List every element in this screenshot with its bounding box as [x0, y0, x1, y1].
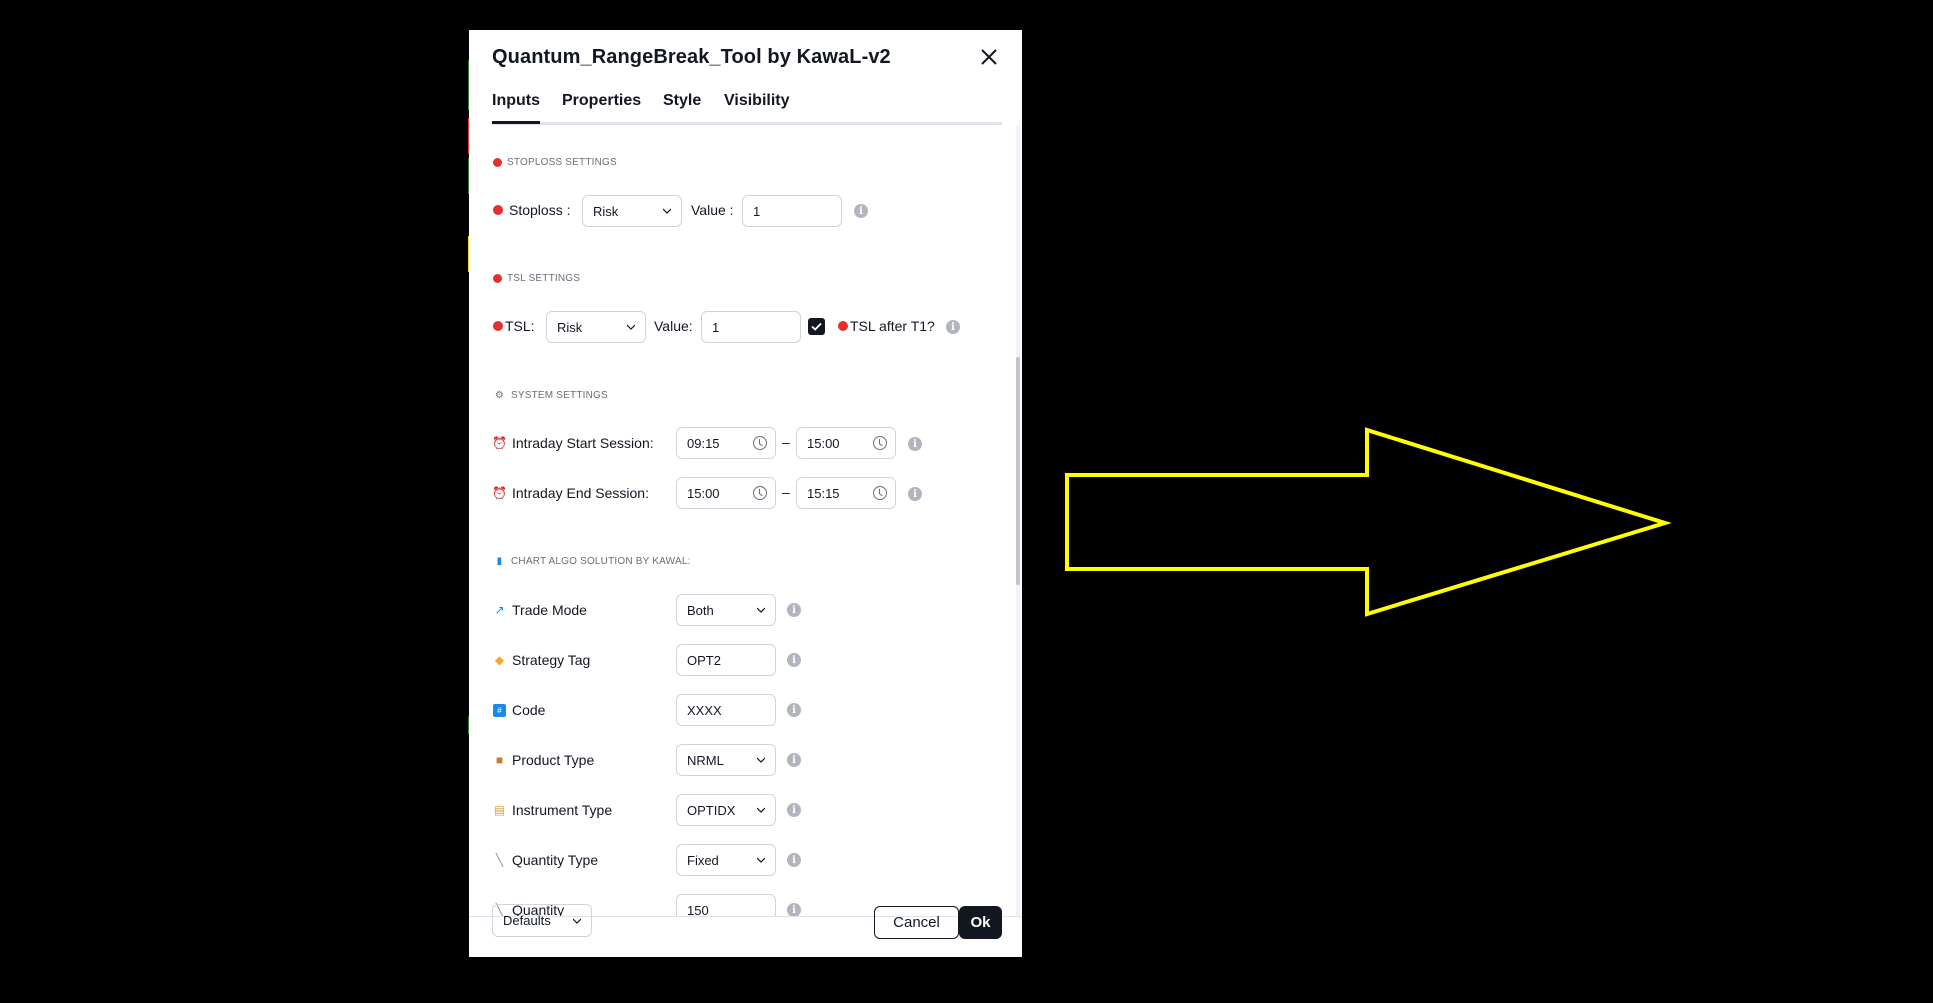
product-type-select[interactable]: NRML	[676, 744, 776, 776]
red-circle-icon	[493, 321, 503, 331]
quantity-type-label: ╲ Quantity Type	[493, 852, 598, 868]
tsl-value-label: Value:	[654, 318, 693, 334]
strategy-tag-input[interactable]: OPT2	[676, 644, 776, 676]
chart-increasing-icon: ↗	[494, 603, 505, 617]
dialog-title: Quantum_RangeBreak_Tool by KawaL-v2	[492, 46, 891, 68]
chevron-down-icon	[757, 757, 765, 763]
quantity-input[interactable]: 150	[676, 894, 776, 916]
instrument-type-label: ▤ Instrument Type	[493, 802, 613, 818]
intraday-start-label: ⏰ Intraday Start Session:	[492, 435, 654, 451]
alarm-clock-icon: ⏰	[492, 486, 507, 500]
intraday-end-label: ⏰ Intraday End Session:	[492, 485, 649, 501]
end-session-to-input[interactable]: 15:15	[796, 477, 896, 509]
red-circle-icon	[493, 205, 503, 215]
info-icon[interactable]: i	[787, 903, 801, 916]
tsl-type-select[interactable]: Risk	[546, 311, 646, 343]
numbers-icon: #	[493, 703, 506, 717]
clock-icon	[873, 436, 887, 450]
product-type-label: ■ Product Type	[493, 752, 594, 768]
range-dash: –	[782, 484, 790, 500]
red-circle-icon	[838, 321, 848, 331]
tab-inputs[interactable]: Inputs	[492, 92, 540, 124]
tab-visibility[interactable]: Visibility	[724, 92, 790, 110]
code-input[interactable]: XXXX	[676, 694, 776, 726]
start-session-to-input[interactable]: 15:00	[796, 427, 896, 459]
tab-bar: Inputs Properties Style Visibility	[492, 92, 1002, 125]
info-icon[interactable]: i	[908, 437, 922, 451]
tab-style[interactable]: Style	[663, 92, 701, 110]
indicator-settings-dialog: Quantum_RangeBreak_Tool by KawaL-v2 Inpu…	[469, 30, 1022, 957]
chevron-down-icon	[627, 324, 635, 330]
start-session-from-input[interactable]: 09:15	[676, 427, 776, 459]
info-icon[interactable]: i	[787, 753, 801, 767]
stoploss-label: Stoploss :	[493, 202, 570, 218]
chevron-down-icon	[757, 607, 765, 613]
instrument-type-select[interactable]: OPTIDX	[676, 794, 776, 826]
tsl-after-t1-checkbox[interactable]	[808, 318, 825, 335]
tab-properties[interactable]: Properties	[562, 92, 641, 110]
scrollbar-thumb[interactable]	[1016, 357, 1020, 585]
ruler-icon: ╲	[495, 853, 504, 867]
package-icon: ■	[495, 753, 504, 767]
clock-icon	[753, 486, 767, 500]
checkmark-icon	[811, 322, 822, 331]
info-icon[interactable]: i	[787, 803, 801, 817]
scroll-icon: ▤	[493, 803, 506, 817]
code-label: # Code	[493, 702, 545, 718]
stoploss-value-label: Value :	[691, 202, 734, 218]
section-chart-algo: ▮ CHART ALGO SOLUTION BY KAWAL:	[493, 555, 691, 568]
section-stoploss: STOPLOSS SETTINGS	[493, 157, 617, 168]
trade-mode-select[interactable]: Both	[676, 594, 776, 626]
info-icon[interactable]: i	[787, 703, 801, 717]
red-circle-icon	[493, 274, 502, 283]
alarm-clock-icon: ⏰	[492, 436, 507, 450]
info-icon[interactable]: i	[908, 487, 922, 501]
yellow-arrow-icon	[1065, 427, 1672, 617]
section-tsl: TSL SETTINGS	[493, 273, 580, 284]
close-icon[interactable]	[978, 46, 1000, 68]
defaults-dropdown[interactable]: Defaults	[492, 904, 592, 937]
ok-button[interactable]: Ok	[959, 906, 1002, 939]
label-tag-icon: ◆	[494, 653, 505, 667]
info-icon[interactable]: i	[946, 320, 960, 334]
red-circle-icon	[493, 158, 502, 167]
gear-icon: ⚙	[494, 390, 505, 401]
clock-icon	[873, 486, 887, 500]
trade-mode-label: ↗ Trade Mode	[494, 602, 587, 618]
info-icon[interactable]: i	[854, 204, 868, 218]
inputs-panel: STOPLOSS SETTINGS Stoploss : Risk Value …	[469, 126, 1014, 916]
clock-icon	[753, 436, 767, 450]
bar-chart-icon: ▮	[496, 556, 503, 567]
stoploss-value-input[interactable]: 1	[742, 195, 842, 227]
chevron-down-icon	[573, 918, 581, 924]
range-dash: –	[782, 434, 790, 450]
quantity-type-select[interactable]: Fixed	[676, 844, 776, 876]
tsl-value-input[interactable]: 1	[701, 311, 801, 343]
tsl-after-t1-label: TSL after T1?	[838, 318, 935, 334]
cancel-button[interactable]: Cancel	[874, 906, 959, 939]
chevron-down-icon	[663, 208, 671, 214]
end-session-from-input[interactable]: 15:00	[676, 477, 776, 509]
stoploss-type-select[interactable]: Risk	[582, 195, 682, 227]
info-icon[interactable]: i	[787, 853, 801, 867]
chevron-down-icon	[757, 857, 765, 863]
section-system: ⚙ SYSTEM SETTINGS	[494, 390, 608, 401]
strategy-tag-label: ◆ Strategy Tag	[494, 652, 591, 668]
chevron-down-icon	[757, 807, 765, 813]
info-icon[interactable]: i	[787, 653, 801, 667]
info-icon[interactable]: i	[787, 603, 801, 617]
tsl-label: TSL:	[493, 318, 535, 334]
